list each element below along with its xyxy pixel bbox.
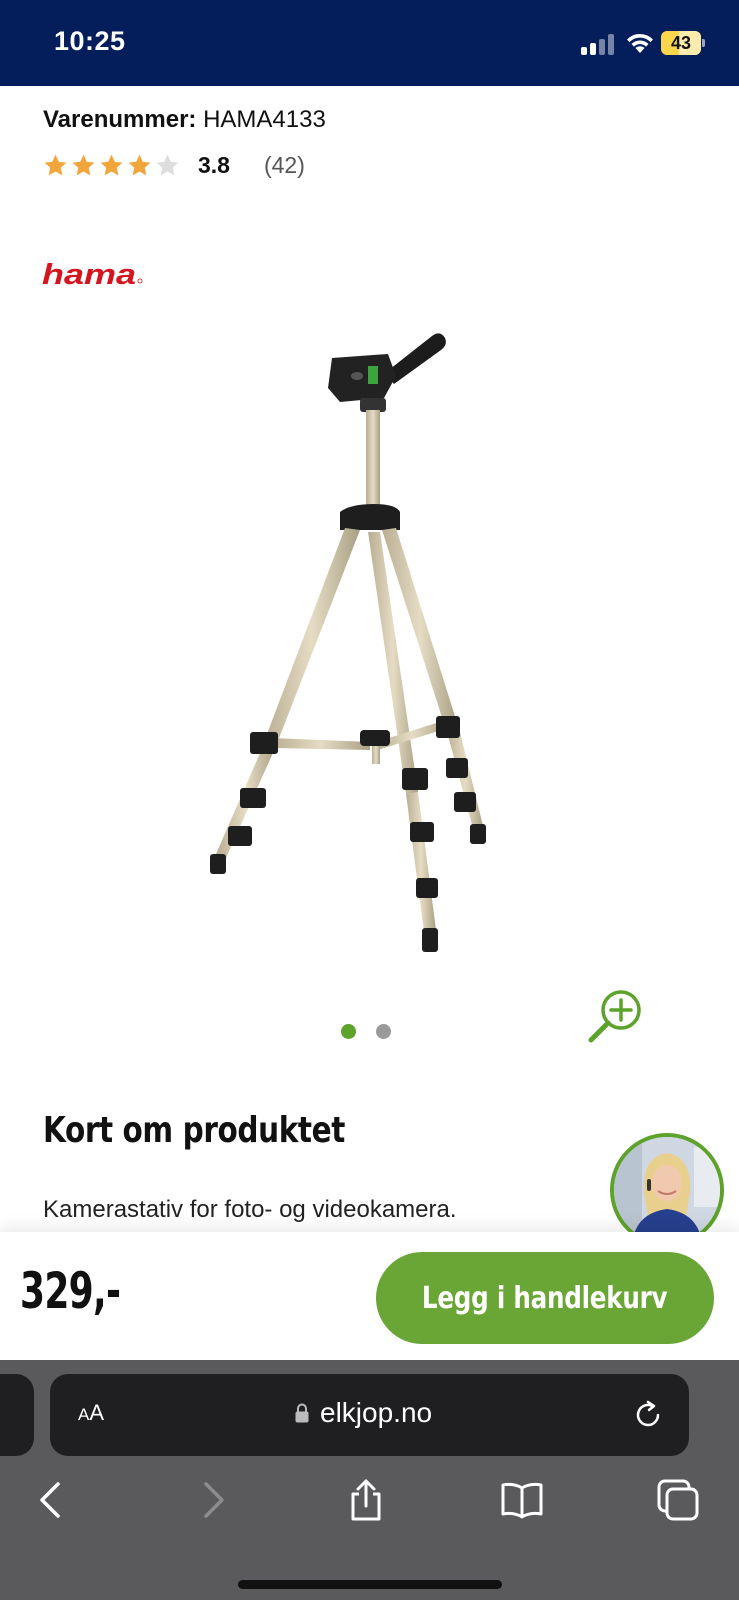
book-icon[interactable] — [500, 1478, 544, 1522]
star-filled-icon — [72, 154, 95, 175]
address-bar[interactable]: AA elkjop.no — [50, 1374, 689, 1456]
wifi-icon — [627, 33, 653, 53]
brand-logo-text: hama — [42, 259, 136, 291]
url-text: elkjop.no — [320, 1397, 433, 1428]
star-empty-icon — [156, 154, 179, 175]
add-to-cart-button[interactable]: Legg i handlekurv — [376, 1252, 714, 1344]
rating-count: (42) — [263, 151, 305, 178]
chevron-right-icon[interactable] — [190, 1478, 234, 1522]
image-carousel-dots — [341, 1024, 391, 1039]
price: 329,- — [20, 1262, 121, 1320]
reader-options-button[interactable]: AA — [78, 1400, 104, 1426]
lock-icon — [295, 1403, 309, 1423]
zoom-in-icon[interactable] — [585, 984, 649, 1048]
avatar-illustration — [614, 1137, 720, 1243]
carousel-dot-2[interactable] — [376, 1024, 391, 1039]
status-bar: 10:25 43 — [0, 0, 739, 86]
browser-chrome: AA elkjop.no — [0, 1360, 739, 1600]
star-filled-icon — [100, 154, 123, 175]
section-title: Kort om produktet — [43, 1110, 345, 1151]
add-to-cart-label: Legg i handlekurv — [422, 1280, 668, 1316]
chat-assistant-avatar[interactable] — [610, 1133, 724, 1247]
rating-stars — [43, 153, 180, 178]
home-indicator — [238, 1580, 502, 1589]
battery-level: 43 — [670, 33, 692, 53]
product-image[interactable] — [200, 318, 500, 978]
product-description: Kamerastativ for foto- og videokamera. — [43, 1196, 457, 1223]
sku-label: Varenummer: — [43, 106, 197, 133]
chevron-left-icon[interactable] — [30, 1478, 74, 1522]
carousel-dot-1[interactable] — [341, 1024, 356, 1039]
status-time: 10:25 — [54, 26, 126, 56]
buy-bar: 329,- Legg i handlekurv — [0, 1232, 739, 1360]
star-filled-icon — [128, 154, 151, 175]
share-icon[interactable] — [344, 1478, 388, 1522]
cellular-signal-icon — [581, 33, 617, 55]
star-filled-icon — [44, 154, 67, 175]
sku-value: HAMA4133 — [203, 106, 326, 133]
rating[interactable]: 3.8 (42) — [43, 149, 305, 181]
battery-icon: 43 — [661, 31, 705, 55]
previous-tab-preview[interactable] — [0, 1374, 34, 1456]
brand-logo[interactable]: hama — [42, 258, 144, 292]
tabs-icon[interactable] — [656, 1478, 700, 1522]
sku: Varenummer: HAMA4133 — [43, 106, 326, 134]
url-display[interactable]: elkjop.no — [294, 1397, 432, 1429]
reload-icon[interactable] — [632, 1399, 664, 1431]
rating-value: 3.8 — [198, 151, 230, 178]
